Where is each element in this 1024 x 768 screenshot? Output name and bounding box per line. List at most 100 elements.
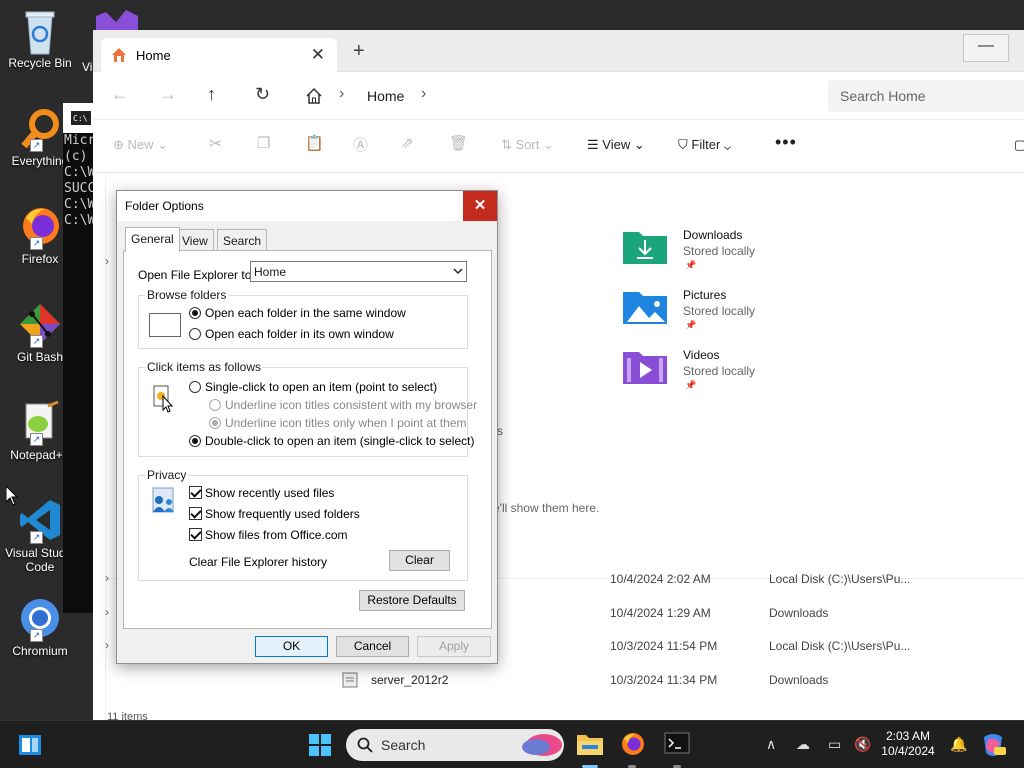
apply-button[interactable]: Apply bbox=[417, 636, 491, 657]
cmd-line: C:\W bbox=[64, 165, 96, 180]
chromium-icon: ↗ bbox=[18, 596, 62, 642]
clock-time: 2:03 AM bbox=[885, 729, 931, 743]
radio-double-click-label[interactable]: Double-click to open an item (single-cli… bbox=[205, 434, 474, 448]
table-row[interactable]: server_2012r2 10/3/2024 11:34 PM Downloa… bbox=[93, 664, 1024, 698]
delete-icon[interactable]: 🗑 bbox=[449, 134, 468, 152]
open-explorer-to-select[interactable]: Home bbox=[250, 261, 467, 282]
cmd-titlebar: C:\ bbox=[63, 103, 97, 133]
cut-icon[interactable]: ✂ bbox=[209, 134, 222, 154]
filter-button[interactable]: ⛉ Filter ⌄ bbox=[678, 137, 731, 153]
firefox-taskbar-icon[interactable] bbox=[620, 731, 646, 760]
expand-chevron-icon[interactable]: › bbox=[105, 254, 109, 268]
command-prompt-window-partial[interactable]: C:\ Micr (c) C:\W SUCC C:\W C:\W bbox=[63, 103, 97, 613]
filter-icon: ⛉ bbox=[678, 137, 688, 152]
ok-button[interactable]: OK bbox=[255, 636, 328, 657]
radio-own-window[interactable] bbox=[189, 328, 201, 340]
share-icon[interactable]: ⇗ bbox=[401, 134, 414, 152]
details-pane-icon[interactable]: ▢ bbox=[1014, 137, 1024, 153]
mouse-cursor-icon bbox=[5, 484, 19, 509]
radio-same-window-label[interactable]: Open each folder in the same window bbox=[205, 306, 406, 320]
display-icon[interactable]: ▭ bbox=[828, 736, 841, 753]
home-icon bbox=[112, 48, 126, 62]
desktop-icon-recycle-bin[interactable]: Recycle Bin bbox=[0, 8, 80, 70]
expand-chevron-icon[interactable]: › bbox=[105, 638, 109, 652]
recent-file-date: 10/4/2024 2:02 AM bbox=[610, 572, 711, 586]
recent-file-date: 10/3/2024 11:34 PM bbox=[610, 673, 718, 687]
cmd-line: C:\W bbox=[64, 213, 96, 228]
address-bar[interactable]: › Home › bbox=[293, 80, 813, 112]
paste-icon[interactable]: 📋 bbox=[305, 134, 324, 152]
clear-history-button[interactable]: Clear bbox=[389, 550, 450, 571]
copy-icon[interactable]: ❐ bbox=[257, 134, 270, 152]
radio-underline-browser[interactable] bbox=[209, 399, 221, 411]
onedrive-offline-icon[interactable]: ☁ bbox=[796, 736, 810, 753]
taskbar-search-box[interactable]: Search bbox=[346, 729, 564, 761]
show-hidden-icons-chevron-icon[interactable]: ∧ bbox=[766, 736, 776, 753]
search-box[interactable]: Search Home bbox=[828, 80, 1024, 112]
copilot-icon[interactable] bbox=[980, 733, 1006, 760]
volume-muted-icon[interactable]: 🔇 bbox=[854, 736, 871, 753]
radio-double-click[interactable] bbox=[189, 435, 201, 447]
taskbar: Search ∧ ☁ ▭ 🔇 2:03 AM 10/4/2024 🔔 bbox=[0, 720, 1024, 768]
close-tab-icon[interactable]: ✕ bbox=[311, 45, 325, 65]
breadcrumb-home[interactable]: Home bbox=[367, 88, 404, 104]
new-tab-button[interactable]: + bbox=[353, 40, 365, 63]
tab-view[interactable]: View bbox=[176, 229, 214, 251]
dialog-titlebar[interactable]: Folder Options ✕ bbox=[117, 191, 497, 221]
start-button[interactable] bbox=[308, 733, 332, 760]
widgets-icon[interactable] bbox=[18, 734, 42, 759]
radio-underline-point[interactable] bbox=[209, 417, 221, 429]
notification-bell-icon[interactable]: 🔔 bbox=[950, 736, 967, 753]
rename-icon[interactable]: Ⓐ bbox=[353, 134, 368, 155]
up-arrow-icon[interactable]: ↑ bbox=[207, 84, 216, 105]
quick-access-downloads[interactable]: Downloads Stored locally 📌 bbox=[623, 228, 823, 278]
close-icon: ✕ bbox=[473, 197, 487, 214]
checkbox-frequent-folders-label[interactable]: Show frequently used folders bbox=[205, 507, 360, 521]
restore-defaults-button[interactable]: Restore Defaults bbox=[359, 590, 465, 611]
view-button[interactable]: ☰ View ⌄ bbox=[587, 137, 645, 153]
browse-folders-caption: Browse folders bbox=[145, 288, 229, 302]
radio-same-window[interactable] bbox=[189, 307, 201, 319]
terminal-taskbar-icon[interactable] bbox=[664, 732, 690, 757]
taskbar-search-placeholder: Search bbox=[381, 737, 426, 753]
radio-own-window-label[interactable]: Open each folder in its own window bbox=[205, 327, 394, 341]
checkbox-office-files-label[interactable]: Show files from Office.com bbox=[205, 528, 348, 542]
forward-arrow-icon[interactable]: → bbox=[159, 84, 177, 105]
explorer-tab-home[interactable]: Home ✕ bbox=[101, 38, 337, 72]
expand-chevron-icon[interactable]: › bbox=[105, 605, 109, 619]
radio-single-click[interactable] bbox=[189, 381, 201, 393]
taskbar-clock[interactable]: 2:03 AM 10/4/2024 bbox=[878, 729, 938, 759]
tab-search[interactable]: Search bbox=[217, 229, 268, 251]
checkbox-recent-files-label[interactable]: Show recently used files bbox=[205, 486, 334, 500]
click-items-group: Click items as follows Single-click to o… bbox=[138, 360, 477, 457]
pin-icon: 📌 bbox=[685, 320, 697, 330]
open-explorer-to-label: Open File Explorer to: bbox=[138, 268, 255, 282]
privacy-group: Privacy Show recently used files Show fr… bbox=[138, 468, 468, 581]
sort-button[interactable]: ⇅ Sort ⌄ bbox=[501, 137, 554, 153]
tab-general[interactable]: General bbox=[125, 227, 180, 252]
checkbox-recent-files[interactable] bbox=[189, 486, 202, 499]
cancel-button[interactable]: Cancel bbox=[336, 636, 409, 657]
checkbox-office-files[interactable] bbox=[189, 528, 202, 541]
dialog-close-button[interactable]: ✕ bbox=[463, 191, 497, 221]
breadcrumb-chevron-icon[interactable]: › bbox=[339, 85, 344, 103]
breadcrumb-chevron-icon[interactable]: › bbox=[421, 85, 426, 103]
pictures-folder-icon bbox=[623, 292, 667, 324]
radio-single-click-label[interactable]: Single-click to open an item (point to s… bbox=[205, 380, 437, 394]
more-options-icon[interactable]: ••• bbox=[775, 132, 797, 153]
radio-underline-browser-label[interactable]: Underline icon titles consistent with my… bbox=[225, 398, 477, 412]
shortcut-arrow-icon: ↗ bbox=[30, 433, 43, 446]
everything-search-icon: ↗ bbox=[18, 106, 62, 152]
expand-chevron-icon[interactable]: › bbox=[105, 571, 109, 585]
minimize-button[interactable]: — bbox=[963, 34, 1009, 62]
new-button[interactable]: ⊕ New ⌄ bbox=[113, 137, 168, 153]
refresh-icon[interactable]: ↻ bbox=[255, 84, 270, 105]
pin-icon: 📌 bbox=[685, 380, 697, 390]
file-explorer-taskbar-icon[interactable] bbox=[576, 731, 604, 760]
quick-access-pictures[interactable]: Pictures Stored locally 📌 bbox=[623, 288, 823, 338]
quick-access-videos[interactable]: Videos Stored locally 📌 bbox=[623, 348, 823, 398]
checkbox-frequent-folders[interactable] bbox=[189, 507, 202, 520]
click-items-caption: Click items as follows bbox=[145, 360, 264, 374]
back-arrow-icon[interactable]: ← bbox=[111, 84, 129, 105]
radio-underline-point-label[interactable]: Underline icon titles only when I point … bbox=[225, 416, 466, 430]
